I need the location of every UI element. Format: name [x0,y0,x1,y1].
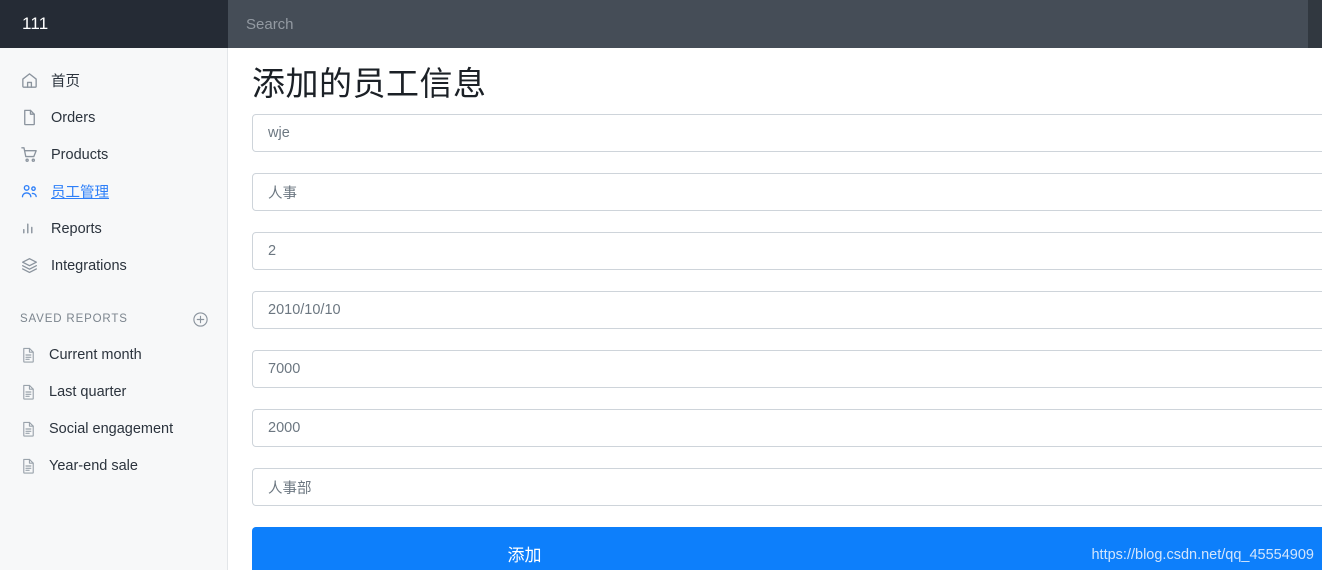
saved-reports-header: SAVED REPORTS [0,302,227,336]
saved-reports-title: SAVED REPORTS [20,313,128,325]
saved-report-current-month[interactable]: Current month [0,336,227,373]
bar-chart-icon [20,219,39,238]
plus-circle-icon[interactable] [192,311,209,328]
employee-name-field[interactable]: wje [252,114,1322,153]
field-value: 2 [268,243,277,260]
field-value: 2010/10/10 [268,302,341,319]
saved-report-label: Current month [49,346,142,363]
search-input[interactable]: Search [228,0,1308,48]
sidebar-item-home[interactable]: 首页 [0,62,227,99]
field-value: wje [268,125,290,142]
report-file-icon [20,457,37,475]
cart-icon [20,145,39,164]
sidebar-item-label: Orders [51,109,96,126]
employee-position-field[interactable]: 人事 [252,173,1322,212]
sidebar-item-label: Integrations [51,257,127,274]
submit-button-label: 添加 [507,545,542,565]
sidebar: 首页 Orders Products 员工管理 Reports Integrat… [0,48,228,570]
field-value: 7000 [268,361,301,378]
sidebar-item-label: 首页 [51,74,80,90]
sidebar-item-integrations[interactable]: Integrations [0,247,227,284]
document-icon [20,108,39,127]
field-value: 人事部 [268,480,312,497]
employee-bonus-field[interactable]: 2000 [252,409,1322,448]
saved-report-label: Social engagement [49,420,174,437]
main-content: 添加的员工信息 wje 人事 2 2010/10/10 7000 2000 人事 [229,48,1322,570]
search-placeholder: Search [246,15,294,33]
employee-form: wje 人事 2 2010/10/10 7000 2000 人事部 添加 [252,114,1322,570]
sidebar-item-products[interactable]: Products [0,136,227,173]
sidebar-item-label: Products [51,146,109,163]
field-value: 人事 [268,185,297,202]
report-file-icon [20,420,37,438]
sidebar-item-employee-management[interactable]: 员工管理 [0,173,227,210]
report-file-icon [20,346,37,364]
saved-report-social-engagement[interactable]: Social engagement [0,410,227,447]
app-root: 111 Search 首页 Orders Products 员工管理 Repor… [0,0,1322,570]
submit-add-button[interactable]: 添加 [252,527,1322,570]
logo-text: 111 [22,14,49,33]
employee-department-field[interactable]: 人事部 [252,468,1322,507]
employee-salary-field[interactable]: 7000 [252,350,1322,389]
logo-block[interactable]: 111 [0,0,228,48]
saved-report-last-quarter[interactable]: Last quarter [0,373,227,410]
employee-level-field[interactable]: 2 [252,232,1322,271]
report-file-icon [20,383,37,401]
saved-report-label: Last quarter [49,383,127,400]
sidebar-item-orders[interactable]: Orders [0,99,227,136]
field-value: 2000 [268,420,301,437]
saved-report-label: Year-end sale [49,457,138,474]
people-icon [20,182,39,201]
sidebar-item-label: 员工管理 [51,185,109,201]
employee-hire-date-field[interactable]: 2010/10/10 [252,291,1322,330]
top-bar: 111 Search [0,0,1322,48]
topbar-right-panel [1308,0,1322,48]
layers-icon [20,256,39,275]
page-title: 添加的员工信息 [252,65,487,102]
saved-report-year-end-sale[interactable]: Year-end sale [0,447,227,484]
sidebar-item-label: Reports [51,220,102,237]
sidebar-item-reports[interactable]: Reports [0,210,227,247]
home-icon [20,71,39,90]
